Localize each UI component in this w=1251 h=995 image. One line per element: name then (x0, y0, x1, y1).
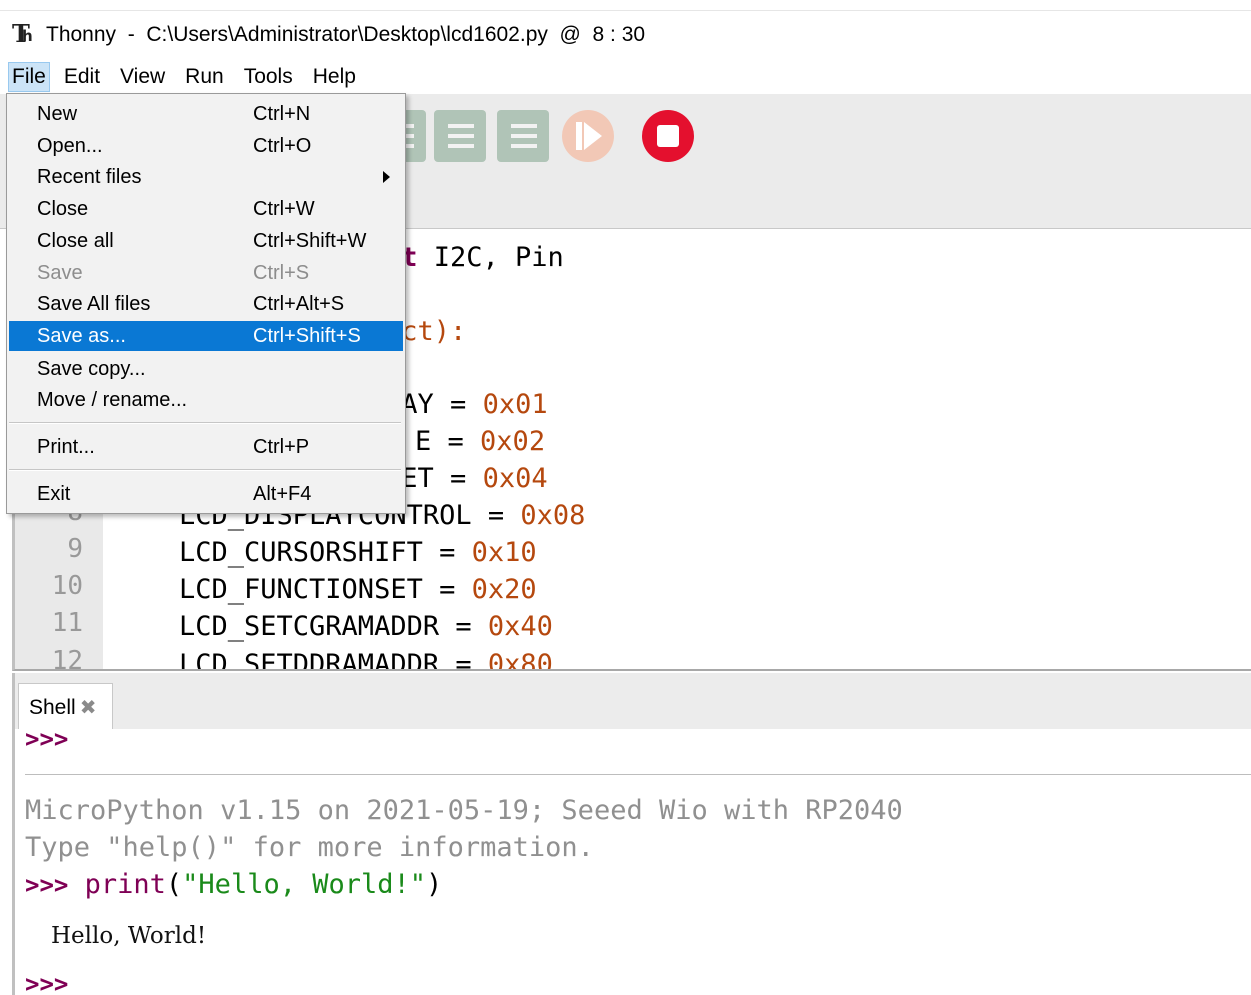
menu-item-close[interactable]: Close Ctrl+W (9, 194, 403, 224)
menu-item-save-as[interactable]: Save as... Ctrl+Shift+S (9, 321, 403, 351)
menu-item-save-copy[interactable]: Save copy... (9, 354, 403, 384)
code-line: LCD_SETDDRAMADDR = 0x80 (179, 649, 553, 671)
menu-item-move-rename[interactable]: Move / rename... (9, 385, 403, 415)
shell-banner-line: Type "help()" for more information. (25, 832, 594, 863)
shell-tab-strip: Shell ✖ (12, 673, 1251, 731)
menu-tools[interactable]: Tools (240, 62, 299, 92)
code-line: LCD_SETCGRAMADDR = 0x40 (179, 611, 553, 642)
shell-prompt: >>> (25, 729, 69, 753)
shell-command-line: >>> print("Hello, World!") (25, 869, 443, 900)
thonny-logo-icon (12, 19, 36, 48)
step-out-icon[interactable] (497, 110, 549, 162)
stop-icon[interactable] (642, 110, 694, 162)
step-into-icon[interactable] (434, 110, 486, 162)
code-line: SET = 0x04 (385, 463, 548, 494)
shell-prompt: >>> (25, 871, 69, 899)
code-number: 0x01 (482, 389, 548, 420)
submenu-arrow-icon (383, 171, 390, 183)
line-number: 9 (67, 534, 83, 564)
menu-item-open[interactable]: Open... Ctrl+O (9, 131, 403, 161)
line-number: 12 (51, 646, 83, 671)
code-text: I2C, Pin (417, 242, 564, 273)
code-line: LAY = 0x01 (385, 389, 548, 420)
menu-help[interactable]: Help (309, 62, 362, 92)
code-number: 0x02 (480, 426, 546, 457)
line-number: 10 (51, 571, 83, 601)
code-line: rt I2C, Pin (385, 242, 564, 273)
tab-shell[interactable]: Shell ✖ (18, 683, 113, 731)
shell-command-string: "Hello, World!" (182, 869, 427, 900)
menu-item-print[interactable]: Print... Ctrl+P (9, 432, 403, 462)
shell-divider (25, 774, 1251, 775)
menu-file[interactable]: File (8, 62, 50, 92)
line-number: 11 (51, 608, 83, 638)
code-line: LCD_CURSORSHIFT = 0x10 (179, 537, 537, 568)
shell-panel[interactable]: >>> MicroPython v1.15 on 2021-05-19; See… (12, 729, 1251, 995)
code-line: LCD_FUNCTIONSET = 0x20 (179, 574, 537, 605)
menu-item-close-all[interactable]: Close all Ctrl+Shift+W (9, 226, 403, 256)
menu-separator (9, 422, 401, 424)
shell-command-fn: print (84, 869, 166, 900)
tab-shell-label: Shell (29, 695, 76, 719)
close-icon[interactable]: ✖ (80, 695, 97, 720)
menu-item-recent-files[interactable]: Recent files (9, 162, 403, 192)
resume-icon[interactable] (562, 110, 614, 162)
code-name: E (415, 426, 432, 457)
shell-banner-line: MicroPython v1.15 on 2021-05-19; Seeed W… (25, 795, 903, 826)
menu-separator (9, 469, 401, 471)
menu-item-exit[interactable]: Exit Alt+F4 (9, 479, 403, 509)
menu-run[interactable]: Run (181, 62, 230, 92)
code-number: 0x04 (482, 463, 548, 494)
shell-prompt[interactable]: >>> (25, 970, 68, 995)
shell-output: Hello, World! (51, 923, 207, 949)
file-menu-dropdown: New Ctrl+N Open... Ctrl+O Recent files Clo… (6, 93, 406, 514)
title-bar: Thonny - C:\Users\Administrator\Desktop\… (0, 10, 1251, 58)
window-title: Thonny - C:\Users\Administrator\Desktop\… (46, 22, 646, 46)
menu-bar: File Edit View Run Tools Help (0, 60, 1251, 94)
menu-edit[interactable]: Edit (60, 62, 106, 92)
menu-item-save-all[interactable]: Save All files Ctrl+Alt+S (9, 289, 403, 319)
menu-item-save: Save Ctrl+S (37, 261, 310, 284)
code-line: E = 0x02 (415, 426, 546, 457)
menu-view[interactable]: View (116, 62, 171, 92)
menu-item-new[interactable]: New Ctrl+N (9, 99, 403, 129)
